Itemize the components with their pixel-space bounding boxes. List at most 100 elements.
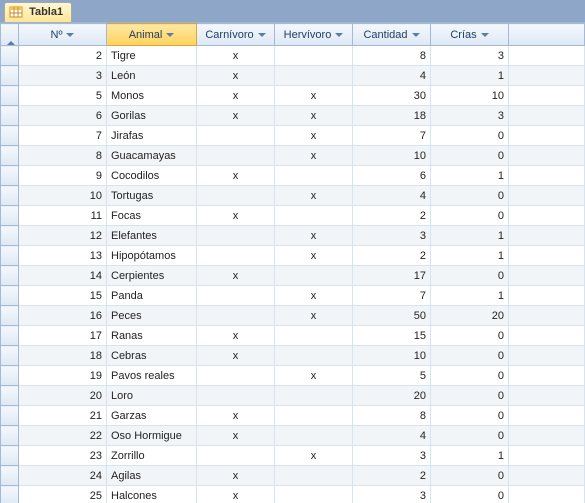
row-selector[interactable] (1, 226, 19, 246)
cell-carnivoro[interactable]: x (197, 206, 275, 226)
cell-carnivoro[interactable]: x (197, 346, 275, 366)
cell-crias[interactable]: 0 (431, 366, 509, 386)
table-row[interactable]: 25Halconesx30 (1, 486, 585, 503)
cell-hervivoro[interactable]: x (275, 186, 353, 206)
cell-edge[interactable] (509, 86, 585, 106)
cell-hervivoro[interactable] (275, 466, 353, 486)
cell-crias[interactable]: 1 (431, 246, 509, 266)
cell-carnivoro[interactable]: x (197, 46, 275, 66)
cell-animal[interactable]: Hipopótamos (107, 246, 197, 266)
row-selector[interactable] (1, 486, 19, 503)
cell-crias[interactable]: 0 (431, 486, 509, 503)
cell-edge[interactable] (509, 166, 585, 186)
dropdown-icon[interactable] (412, 33, 420, 37)
column-header-carnivoro[interactable]: Carnívoro (197, 24, 275, 46)
table-row[interactable]: 12Elefantesx31 (1, 226, 585, 246)
row-selector[interactable] (1, 206, 19, 226)
cell-edge[interactable] (509, 346, 585, 366)
cell-animal[interactable]: Ranas (107, 326, 197, 346)
cell-cantidad[interactable]: 8 (353, 46, 431, 66)
row-selector[interactable] (1, 86, 19, 106)
row-selector[interactable] (1, 46, 19, 66)
table-row[interactable]: 6Gorilasxx183 (1, 106, 585, 126)
cell-animal[interactable]: Halcones (107, 486, 197, 503)
cell-animal[interactable]: Loro (107, 386, 197, 406)
cell-animal[interactable]: Garzas (107, 406, 197, 426)
column-header-crias[interactable]: Crías (431, 24, 509, 46)
dropdown-icon[interactable] (258, 33, 266, 37)
cell-edge[interactable] (509, 286, 585, 306)
cell-animal[interactable]: Zorrillo (107, 446, 197, 466)
row-selector[interactable] (1, 426, 19, 446)
cell-edge[interactable] (509, 406, 585, 426)
row-selector[interactable] (1, 106, 19, 126)
cell-crias[interactable]: 10 (431, 86, 509, 106)
cell-no[interactable]: 5 (19, 86, 107, 106)
cell-cantidad[interactable]: 17 (353, 266, 431, 286)
cell-animal[interactable]: Cocodilos (107, 166, 197, 186)
cell-crias[interactable]: 0 (431, 426, 509, 446)
cell-animal[interactable]: Elefantes (107, 226, 197, 246)
cell-animal[interactable]: Oso Hormigue (107, 426, 197, 446)
row-selector[interactable] (1, 186, 19, 206)
cell-crias[interactable]: 0 (431, 346, 509, 366)
cell-carnivoro[interactable] (197, 446, 275, 466)
cell-no[interactable]: 9 (19, 166, 107, 186)
cell-no[interactable]: 2 (19, 46, 107, 66)
cell-animal[interactable]: Tigre (107, 46, 197, 66)
row-selector[interactable] (1, 266, 19, 286)
cell-no[interactable]: 19 (19, 366, 107, 386)
column-header-edge[interactable] (509, 24, 585, 46)
cell-hervivoro[interactable] (275, 386, 353, 406)
cell-no[interactable]: 25 (19, 486, 107, 503)
table-row[interactable]: 19Pavos realesx50 (1, 366, 585, 386)
row-selector[interactable] (1, 146, 19, 166)
cell-carnivoro[interactable]: x (197, 466, 275, 486)
cell-hervivoro[interactable] (275, 326, 353, 346)
cell-edge[interactable] (509, 206, 585, 226)
cell-edge[interactable] (509, 306, 585, 326)
cell-hervivoro[interactable] (275, 486, 353, 503)
cell-cantidad[interactable]: 6 (353, 166, 431, 186)
cell-edge[interactable] (509, 466, 585, 486)
cell-edge[interactable] (509, 366, 585, 386)
cell-cantidad[interactable]: 50 (353, 306, 431, 326)
cell-no[interactable]: 8 (19, 146, 107, 166)
cell-carnivoro[interactable] (197, 306, 275, 326)
cell-edge[interactable] (509, 446, 585, 466)
cell-hervivoro[interactable] (275, 66, 353, 86)
row-selector[interactable] (1, 406, 19, 426)
cell-hervivoro[interactable]: x (275, 106, 353, 126)
table-row[interactable]: 7Jirafasx70 (1, 126, 585, 146)
cell-cantidad[interactable]: 18 (353, 106, 431, 126)
row-selector[interactable] (1, 466, 19, 486)
cell-carnivoro[interactable] (197, 286, 275, 306)
table-row[interactable]: 14Cerpientesx170 (1, 266, 585, 286)
tab-tabla1[interactable]: Tabla1 (4, 2, 72, 22)
cell-edge[interactable] (509, 266, 585, 286)
cell-edge[interactable] (509, 126, 585, 146)
cell-carnivoro[interactable]: x (197, 66, 275, 86)
cell-crias[interactable]: 0 (431, 326, 509, 346)
column-header-hervivoro[interactable]: Hervívoro (275, 24, 353, 46)
cell-carnivoro[interactable]: x (197, 406, 275, 426)
table-row[interactable]: 5Monosxx3010 (1, 86, 585, 106)
row-selector[interactable] (1, 246, 19, 266)
cell-no[interactable]: 10 (19, 186, 107, 206)
cell-animal[interactable]: Panda (107, 286, 197, 306)
column-header-cantidad[interactable]: Cantidad (353, 24, 431, 46)
row-selector[interactable] (1, 66, 19, 86)
cell-no[interactable]: 24 (19, 466, 107, 486)
dropdown-icon[interactable] (66, 33, 74, 37)
table-row[interactable]: 3Leónx41 (1, 66, 585, 86)
cell-carnivoro[interactable] (197, 186, 275, 206)
cell-no[interactable]: 22 (19, 426, 107, 446)
cell-cantidad[interactable]: 3 (353, 486, 431, 503)
cell-carnivoro[interactable]: x (197, 426, 275, 446)
cell-carnivoro[interactable] (197, 366, 275, 386)
dropdown-icon[interactable] (481, 33, 489, 37)
cell-crias[interactable]: 0 (431, 186, 509, 206)
cell-no[interactable]: 12 (19, 226, 107, 246)
cell-no[interactable]: 16 (19, 306, 107, 326)
cell-cantidad[interactable]: 2 (353, 206, 431, 226)
